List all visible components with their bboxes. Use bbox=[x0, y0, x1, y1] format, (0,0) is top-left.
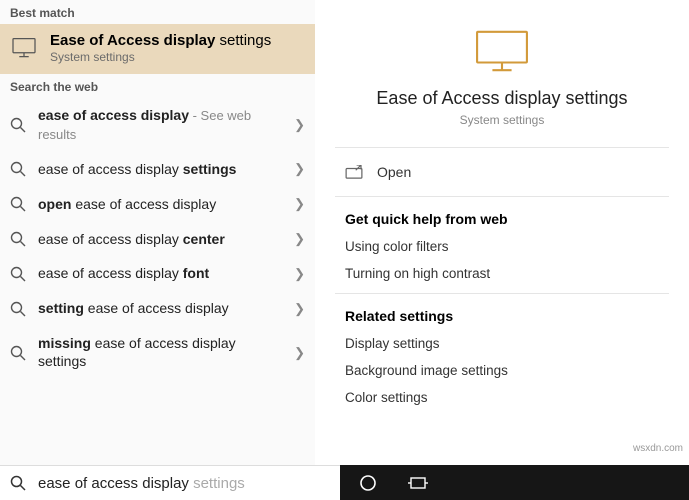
related-link[interactable]: Color settings bbox=[345, 390, 659, 405]
chevron-right-icon: ❯ bbox=[294, 231, 305, 247]
best-match-result[interactable]: Ease of Access display settings System s… bbox=[0, 24, 315, 74]
related-link[interactable]: Background image settings bbox=[345, 363, 659, 378]
chevron-right-icon: ❯ bbox=[294, 196, 305, 212]
search-icon bbox=[10, 196, 26, 212]
quick-help-link[interactable]: Using color filters bbox=[345, 239, 659, 254]
chevron-right-icon: ❯ bbox=[294, 266, 305, 282]
search-icon bbox=[10, 475, 26, 491]
web-result-text: ease of access display center bbox=[38, 230, 278, 249]
search-results-panel: Best match Ease of Access display settin… bbox=[0, 0, 315, 465]
preview-title: Ease of Access display settings bbox=[376, 88, 627, 109]
web-result[interactable]: missing ease of access display settings … bbox=[0, 326, 315, 379]
chevron-right-icon: ❯ bbox=[294, 301, 305, 317]
taskbar-region: ease of access display settings bbox=[0, 465, 689, 500]
web-result-text: open ease of access display bbox=[38, 195, 278, 214]
related-link[interactable]: Display settings bbox=[345, 336, 659, 351]
chevron-right-icon: ❯ bbox=[294, 161, 305, 177]
search-icon bbox=[10, 161, 26, 177]
search-input[interactable]: ease of access display settings bbox=[0, 465, 340, 500]
open-label: Open bbox=[377, 164, 411, 180]
watermark: wsxdn.com bbox=[633, 443, 683, 454]
web-result-text: ease of access display settings bbox=[38, 160, 278, 179]
chevron-right-icon: ❯ bbox=[294, 117, 305, 133]
web-result[interactable]: ease of access display - See web results… bbox=[0, 98, 315, 152]
search-icon bbox=[10, 266, 26, 282]
search-icon bbox=[10, 117, 26, 133]
task-view-button[interactable] bbox=[398, 465, 438, 500]
search-web-label: Search the web bbox=[0, 74, 315, 98]
quick-help-heading: Get quick help from web bbox=[345, 211, 659, 227]
related-heading: Related settings bbox=[345, 308, 659, 324]
open-action[interactable]: Open bbox=[315, 148, 689, 196]
monitor-icon bbox=[473, 28, 531, 74]
web-result-text: ease of access display font bbox=[38, 264, 278, 283]
web-result-text: setting ease of access display bbox=[38, 299, 278, 318]
search-icon bbox=[10, 231, 26, 247]
best-match-subtitle: System settings bbox=[50, 50, 271, 64]
web-result[interactable]: ease of access display settings ❯ bbox=[0, 152, 315, 187]
best-match-label: Best match bbox=[0, 0, 315, 24]
web-result-text: missing ease of access display settings bbox=[38, 334, 278, 371]
web-results-list: ease of access display - See web results… bbox=[0, 98, 315, 379]
best-match-title: Ease of Access display settings bbox=[50, 32, 271, 49]
preview-panel: Ease of Access display settings System s… bbox=[315, 0, 689, 465]
preview-subtitle: System settings bbox=[460, 113, 545, 127]
web-result-text: ease of access display - See web results bbox=[38, 106, 278, 144]
search-text: ease of access display settings bbox=[38, 475, 245, 492]
quick-help-link[interactable]: Turning on high contrast bbox=[345, 266, 659, 281]
web-result[interactable]: ease of access display center ❯ bbox=[0, 222, 315, 257]
web-result[interactable]: ease of access display font ❯ bbox=[0, 256, 315, 291]
open-icon bbox=[345, 165, 363, 179]
search-icon bbox=[10, 345, 26, 361]
cortana-button[interactable] bbox=[348, 465, 388, 500]
web-result[interactable]: open ease of access display ❯ bbox=[0, 187, 315, 222]
chevron-right-icon: ❯ bbox=[294, 345, 305, 361]
web-result[interactable]: setting ease of access display ❯ bbox=[0, 291, 315, 326]
search-icon bbox=[10, 301, 26, 317]
monitor-icon bbox=[10, 37, 38, 59]
